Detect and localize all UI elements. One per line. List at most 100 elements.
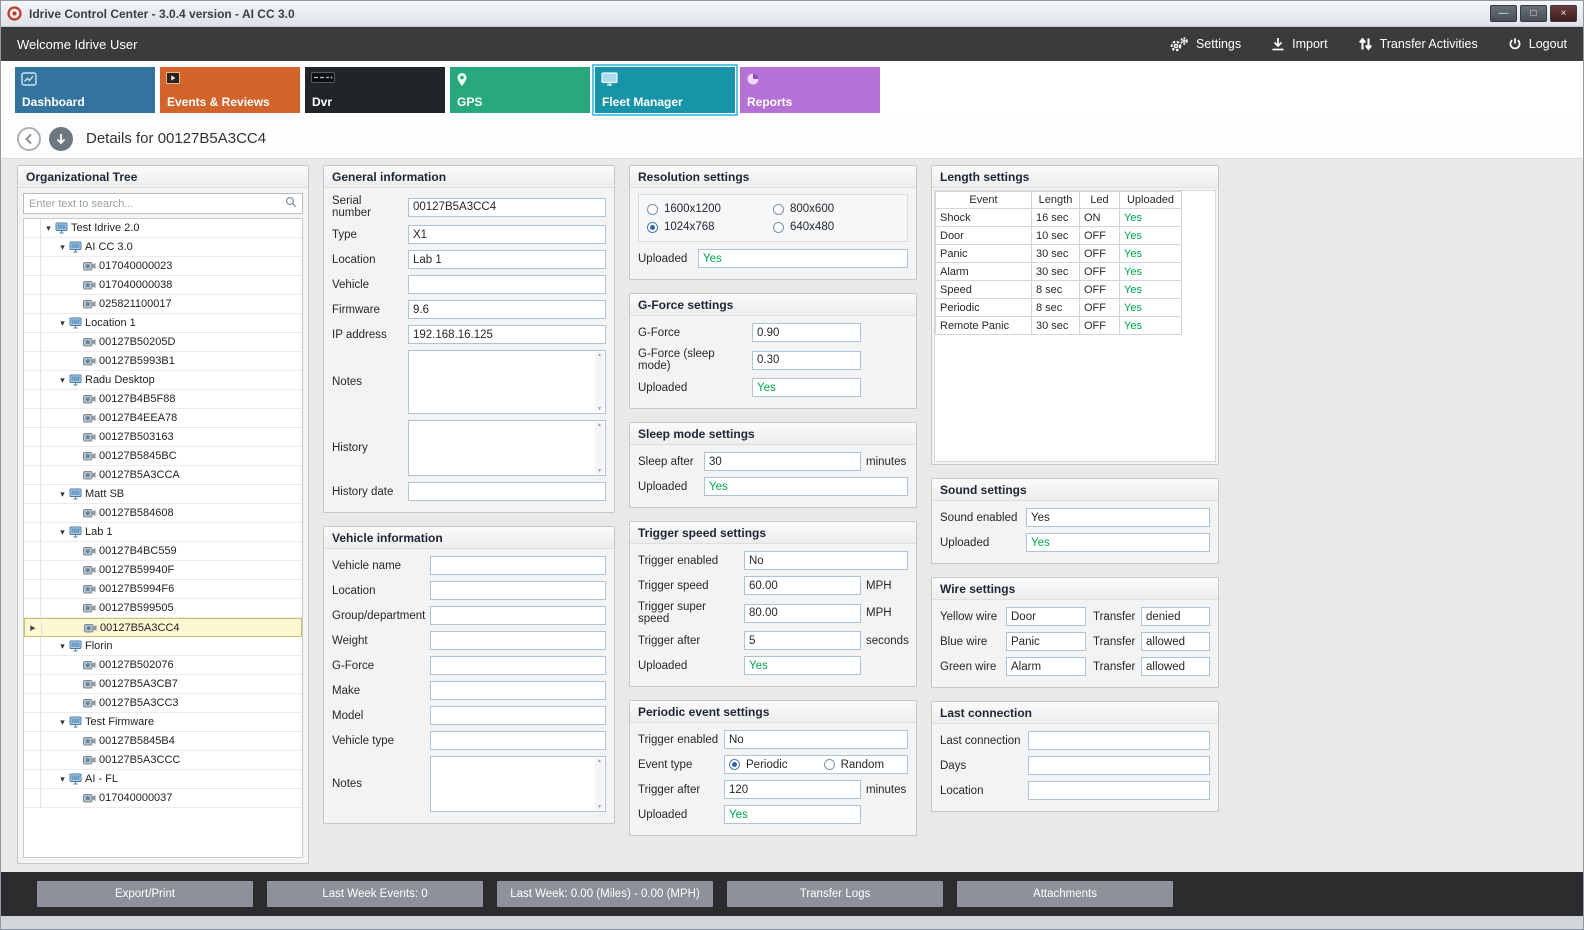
- trigger-enabled-field[interactable]: No: [724, 730, 908, 749]
- length-table-row[interactable]: Shock16 secONYes: [935, 209, 1182, 227]
- g-force-sleep-mode-field[interactable]: 0.30: [752, 351, 861, 370]
- vehicle-name-field[interactable]: [430, 556, 606, 575]
- green-wire-field[interactable]: Alarm: [1006, 657, 1086, 676]
- scroll-up-icon[interactable]: ▲: [597, 758, 602, 764]
- sleep-after-field[interactable]: 30: [704, 452, 861, 471]
- uploaded-field[interactable]: Yes: [1026, 533, 1210, 552]
- bottom-button-export-print[interactable]: Export/Print: [37, 881, 253, 907]
- resolution-option-640x480[interactable]: 640x480: [773, 218, 899, 236]
- scroll-down-icon[interactable]: ▼: [597, 406, 602, 412]
- length-table-row[interactable]: Periodic8 secOFFYes: [935, 299, 1182, 317]
- days-field[interactable]: [1028, 756, 1210, 775]
- bottom-button-attachments[interactable]: Attachments: [957, 881, 1173, 907]
- tree-item-00127b599505[interactable]: 00127B599505: [24, 599, 302, 618]
- trigger-after-field[interactable]: 120: [724, 780, 861, 799]
- blue-wire-field[interactable]: Panic: [1006, 632, 1086, 651]
- minimize-button[interactable]: —: [1490, 5, 1517, 22]
- tree-item-test-idrive-2-0[interactable]: ▾Test Idrive 2.0: [24, 219, 302, 238]
- tree-item-017040000023[interactable]: 017040000023: [24, 257, 302, 276]
- model-field[interactable]: [430, 706, 606, 725]
- notes-textarea[interactable]: ▲▼: [408, 350, 606, 414]
- tree-expander-icon[interactable]: ▾: [57, 717, 68, 728]
- download-details-button[interactable]: [49, 127, 73, 151]
- tree-item-00127b50205d[interactable]: 00127B50205D: [24, 333, 302, 352]
- notes-textarea[interactable]: ▲▼: [430, 756, 606, 812]
- close-button[interactable]: ×: [1550, 5, 1577, 22]
- trigger-enabled-field[interactable]: No: [744, 551, 908, 570]
- tree-item-00127b5a3ccc[interactable]: 00127B5A3CCC: [24, 751, 302, 770]
- vehicle-field[interactable]: [408, 275, 606, 294]
- topbar-action-logout[interactable]: Logout: [1508, 37, 1567, 51]
- tree-item-location-1[interactable]: ▾Location 1: [24, 314, 302, 333]
- tab-fleet-manager[interactable]: Fleet Manager: [595, 67, 735, 113]
- uploaded-field[interactable]: Yes: [698, 249, 908, 268]
- tree-item-lab-1[interactable]: ▾Lab 1: [24, 523, 302, 542]
- make-field[interactable]: [430, 681, 606, 700]
- location-field[interactable]: Lab 1: [408, 250, 606, 269]
- tree-item-radu-desktop[interactable]: ▾Radu Desktop: [24, 371, 302, 390]
- scrollbar[interactable]: ▲▼: [595, 758, 604, 810]
- scroll-up-icon[interactable]: ▲: [597, 422, 602, 428]
- trigger-after-field[interactable]: 5: [744, 631, 861, 650]
- maximize-button[interactable]: □: [1520, 5, 1547, 22]
- tree-item-00127b5845b4[interactable]: 00127B5845B4: [24, 732, 302, 751]
- uploaded-field[interactable]: Yes: [724, 805, 861, 824]
- location-field[interactable]: [1028, 781, 1210, 800]
- tree-item-florin[interactable]: ▾Florin: [24, 637, 302, 656]
- trigger-speed-field[interactable]: 60.00: [744, 576, 861, 595]
- type-field[interactable]: X1: [408, 225, 606, 244]
- uploaded-field[interactable]: Yes: [752, 378, 861, 397]
- event-type-option-periodic[interactable]: Periodic: [729, 759, 788, 771]
- topbar-action-transfer-activities[interactable]: Transfer Activities: [1358, 37, 1478, 51]
- tree-expander-icon[interactable]: ▾: [57, 375, 68, 386]
- length-table-row[interactable]: Alarm30 secOFFYes: [935, 263, 1182, 281]
- green-wire-transfer-field[interactable]: allowed: [1141, 657, 1210, 676]
- scrollbar[interactable]: ▲▼: [595, 422, 604, 474]
- tree-expander-icon[interactable]: ▾: [57, 489, 68, 500]
- tree-item-00127b584608[interactable]: 00127B584608: [24, 504, 302, 523]
- tree-item-00127b5a3cb7[interactable]: 00127B5A3CB7: [24, 675, 302, 694]
- tree-expander-icon[interactable]: ▾: [57, 242, 68, 253]
- scroll-down-icon[interactable]: ▼: [597, 804, 602, 810]
- tab-dashboard[interactable]: Dashboard: [15, 67, 155, 113]
- tree-item-00127b4eea78[interactable]: 00127B4EEA78: [24, 409, 302, 428]
- tree-item-ai-fl[interactable]: ▾AI - FL: [24, 770, 302, 789]
- tab-dvr[interactable]: Dvr: [305, 67, 445, 113]
- length-table-row[interactable]: Remote Panic30 secOFFYes: [935, 317, 1182, 335]
- bottom-button-last-week-events-0[interactable]: Last Week Events: 0: [267, 881, 483, 907]
- vehicle-type-field[interactable]: [430, 731, 606, 750]
- serial-number-field[interactable]: 00127B5A3CC4: [408, 198, 606, 217]
- tree-item-017040000037[interactable]: 017040000037: [24, 789, 302, 808]
- bottom-button-transfer-logs[interactable]: Transfer Logs: [727, 881, 943, 907]
- length-table-row[interactable]: Speed8 secOFFYes: [935, 281, 1182, 299]
- weight-field[interactable]: [430, 631, 606, 650]
- back-button[interactable]: [17, 127, 41, 151]
- tree-expander-icon[interactable]: ▾: [57, 527, 68, 538]
- tree-item-025821100017[interactable]: 025821100017: [24, 295, 302, 314]
- history-textarea[interactable]: ▲▼: [408, 420, 606, 476]
- tab-events-reviews[interactable]: Events & Reviews: [160, 67, 300, 113]
- uploaded-field[interactable]: Yes: [704, 477, 908, 496]
- scroll-down-icon[interactable]: ▼: [597, 468, 602, 474]
- ip-address-field[interactable]: 192.168.16.125: [408, 325, 606, 344]
- tree-item-00127b59940f[interactable]: 00127B59940F: [24, 561, 302, 580]
- sound-enabled-field[interactable]: Yes: [1026, 508, 1210, 527]
- g-force-field[interactable]: [430, 656, 606, 675]
- resolution-option-1024x768[interactable]: 1024x768: [647, 218, 773, 236]
- tree-item-00127b503163[interactable]: 00127B503163: [24, 428, 302, 447]
- tree-item-matt-sb[interactable]: ▾Matt SB: [24, 485, 302, 504]
- scroll-up-icon[interactable]: ▲: [597, 352, 602, 358]
- tree-item-00127b5a3cc4[interactable]: ▶00127B5A3CC4: [24, 618, 302, 637]
- tree-item-00127b4bc559[interactable]: 00127B4BC559: [24, 542, 302, 561]
- blue-wire-transfer-field[interactable]: allowed: [1141, 632, 1210, 651]
- topbar-action-import[interactable]: Import: [1271, 37, 1327, 51]
- uploaded-field[interactable]: Yes: [744, 656, 861, 675]
- tree-expander-icon[interactable]: ▾: [43, 223, 54, 234]
- g-force-field[interactable]: 0.90: [752, 323, 861, 342]
- event-type-option-random[interactable]: Random: [824, 759, 884, 771]
- yellow-wire-transfer-field[interactable]: denied: [1141, 607, 1210, 626]
- tree-expander-icon[interactable]: ▾: [57, 641, 68, 652]
- topbar-action-settings[interactable]: Settings: [1169, 37, 1241, 52]
- tree-search-input[interactable]: Enter text to search...: [23, 193, 303, 214]
- length-table-row[interactable]: Panic30 secOFFYes: [935, 245, 1182, 263]
